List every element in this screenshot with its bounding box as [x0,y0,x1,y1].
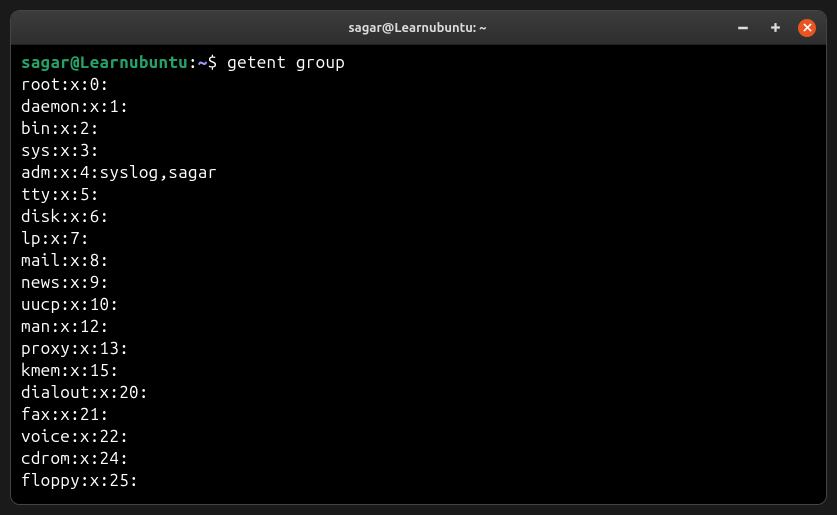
prompt-line: sagar@Learnubuntu:~$ getent group [21,52,816,74]
prompt-path: ~ [198,53,208,72]
terminal-body[interactable]: sagar@Learnubuntu:~$ getent group root:x… [11,45,826,504]
titlebar[interactable]: sagar@Learnubuntu: ~ [11,11,826,45]
output-line: disk:x:6: [21,206,816,228]
output-line: bin:x:2: [21,118,816,140]
output-line: lp:x:7: [21,228,816,250]
output-line: man:x:12: [21,316,816,338]
prompt-userhost: sagar@Learnubuntu [21,53,188,72]
minimize-button[interactable] [734,19,752,37]
terminal-window: sagar@Learnubuntu: ~ sagar@Learnubuntu:~… [10,10,827,505]
output-line: fax:x:21: [21,404,816,426]
output-line: voice:x:22: [21,426,816,448]
prompt-colon: : [188,53,198,72]
output-line: tty:x:5: [21,184,816,206]
output-line: sys:x:3: [21,140,816,162]
output-line: kmem:x:15: [21,360,816,382]
output-line: proxy:x:13: [21,338,816,360]
output-line: adm:x:4:syslog,sagar [21,162,816,184]
output-container: root:x:0:daemon:x:1:bin:x:2:sys:x:3:adm:… [21,74,816,492]
window-title: sagar@Learnubuntu: ~ [101,21,734,35]
output-line: floppy:x:25: [21,470,816,492]
output-line: daemon:x:1: [21,96,816,118]
output-line: dialout:x:20: [21,382,816,404]
output-line: uucp:x:10: [21,294,816,316]
output-line: root:x:0: [21,74,816,96]
close-button[interactable] [798,19,816,37]
prompt-symbol: $ [208,53,218,72]
prompt-command: getent group [217,53,345,72]
window-controls [734,19,816,37]
output-line: cdrom:x:24: [21,448,816,470]
output-line: news:x:9: [21,272,816,294]
output-line: mail:x:8: [21,250,816,272]
maximize-button[interactable] [766,19,784,37]
